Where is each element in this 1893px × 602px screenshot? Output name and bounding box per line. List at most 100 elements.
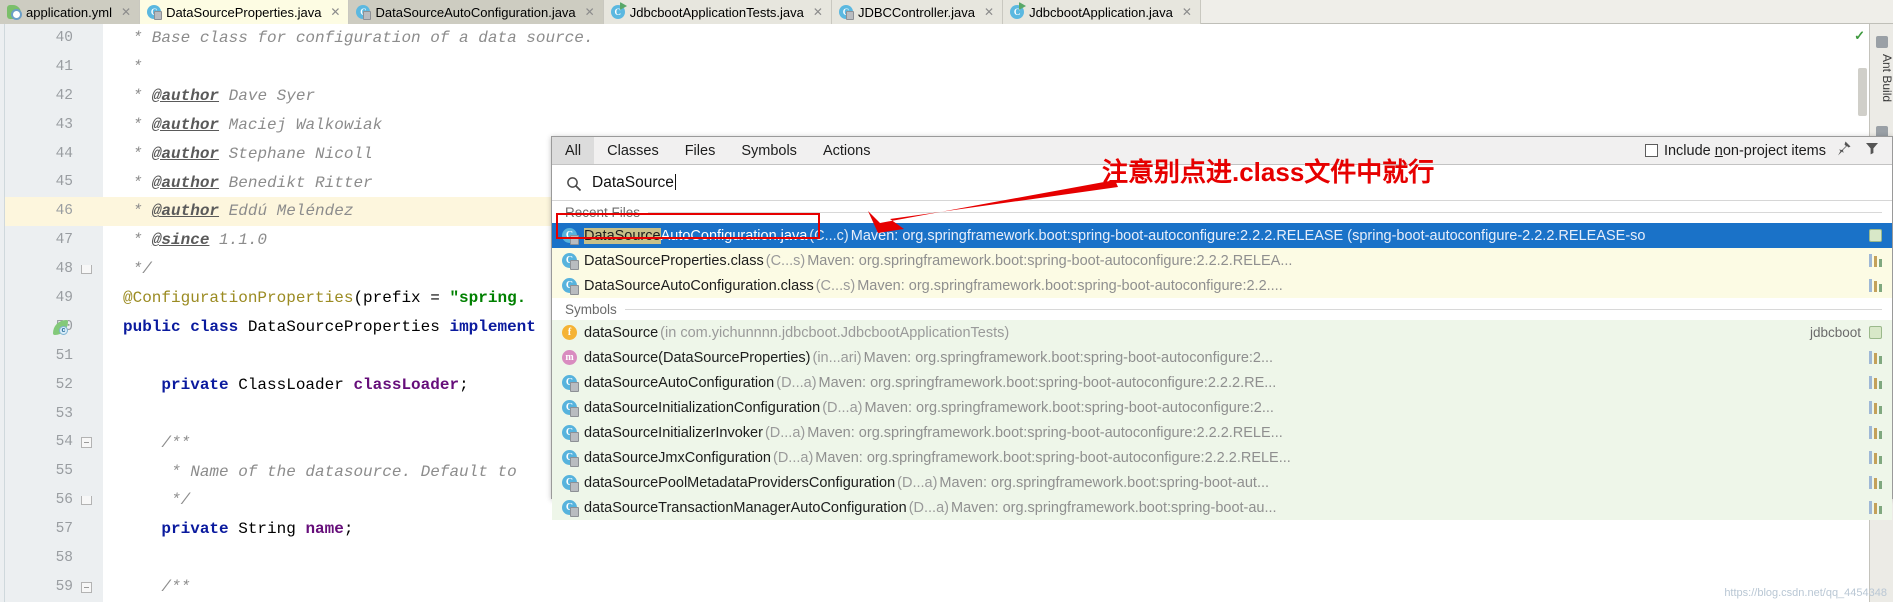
se-result-location: Maven: org.springframework.boot:spring-b… xyxy=(950,499,1277,516)
code-fold-icon[interactable] xyxy=(81,496,92,506)
se-result-location: Maven: org.springframework.boot:spring-b… xyxy=(807,252,1293,269)
editor-tab-5[interactable]: C JdbcbootApplication.java ✕ xyxy=(1003,0,1201,24)
code-token: */ xyxy=(123,260,152,279)
se-result-right: jdbcboot xyxy=(1810,325,1892,340)
code-line[interactable]: * @author Dave Syer xyxy=(103,82,1893,111)
se-result-location: Maven: org.springframework.boot:spring-b… xyxy=(850,227,1646,244)
java-class-icon: C xyxy=(562,228,579,245)
se-result-name: dataSourceTransactionManagerAutoConfigur… xyxy=(584,499,907,516)
code-token: /** xyxy=(123,578,191,597)
se-tab-symbols[interactable]: Symbols xyxy=(728,137,810,164)
close-icon[interactable]: ✕ xyxy=(813,5,823,19)
code-token: @author xyxy=(151,144,220,163)
se-tab-classes[interactable]: Classes xyxy=(594,137,672,164)
search-input-value: DataSource xyxy=(592,173,674,191)
se-result-meta: (C...c) xyxy=(809,227,849,244)
se-result-row[interactable]: CdataSourcePoolMetadataProvidersConfigur… xyxy=(552,470,1892,495)
close-icon[interactable]: ✕ xyxy=(1182,5,1192,19)
editor-tab-2[interactable]: C DataSourceAutoConfiguration.java ✕ xyxy=(349,0,604,24)
close-icon[interactable]: ✕ xyxy=(330,5,340,19)
editor-vertical-scrollbar[interactable] xyxy=(1858,68,1867,116)
close-icon[interactable]: ✕ xyxy=(984,5,994,19)
line-number: 55 xyxy=(55,463,73,480)
se-result-row[interactable]: f dataSource (in com.yichunnnn.jdbcboot.J… xyxy=(552,320,1892,345)
se-result-location: Maven: org.springframework.boot:spring-b… xyxy=(939,474,1270,491)
se-result-row[interactable]: C DataSourceAutoConfiguration.class (C...… xyxy=(552,273,1892,298)
code-line[interactable]: * Base class for configuration of a data… xyxy=(103,24,1893,53)
se-result-meta: (D...a) xyxy=(908,499,949,516)
gutter-line[interactable]: 44 xyxy=(5,140,103,169)
se-result-row[interactable]: CdataSourceTransactionManagerAutoConfigu… xyxy=(552,495,1892,520)
code-token: ClassLoader xyxy=(238,375,354,394)
se-result-row[interactable]: CdataSourceJmxConfiguration (D...a) Maven… xyxy=(552,445,1892,470)
se-result-right xyxy=(1869,229,1892,242)
gutter-line[interactable]: 51 xyxy=(5,342,103,371)
gutter-line[interactable]: 57 xyxy=(5,515,103,544)
pin-icon[interactable] xyxy=(1836,140,1852,161)
gutter-line[interactable]: 47 xyxy=(5,226,103,255)
se-tab-actions[interactable]: Actions xyxy=(810,137,884,164)
se-result-row[interactable]: C DataSourceProperties.class (C...s) Maven… xyxy=(552,248,1892,273)
se-result-row[interactable]: C DataSource AutoConfiguration.java (C...c… xyxy=(552,223,1892,248)
gutter-line[interactable]: 56 xyxy=(5,486,103,515)
code-line[interactable]: /** xyxy=(103,573,1893,602)
search-everywhere-results[interactable]: Recent Files C DataSource AutoConfiguration… xyxy=(552,201,1892,520)
se-result-row[interactable]: CdataSourceInitializationConfiguration (… xyxy=(552,395,1892,420)
se-result-right xyxy=(1869,279,1892,292)
search-everywhere-popup[interactable]: All Classes Files Symbols Actions Include non… xyxy=(551,136,1893,520)
se-tab-files[interactable]: Files xyxy=(672,137,729,164)
se-result-row[interactable]: m dataSource(DataSourceProperties) (in...… xyxy=(552,345,1892,370)
gutter-line[interactable]: 54 xyxy=(5,428,103,457)
code-fold-icon[interactable] xyxy=(81,581,92,593)
gutter-line[interactable]: 49 xyxy=(5,284,103,313)
gutter-line[interactable]: 43 xyxy=(5,111,103,140)
code-fold-icon[interactable] xyxy=(81,437,92,449)
gutter-line[interactable]: 40 xyxy=(5,24,103,53)
gutter-line[interactable]: 42 xyxy=(5,82,103,111)
code-token: * xyxy=(123,115,152,134)
editor-gutter[interactable]: 40 41 42 43 44 45 46 47 48 49 50c 51 52 53 54 55 56 57 58 5… xyxy=(5,24,103,602)
gutter-line[interactable]: 41 xyxy=(5,53,103,82)
gutter-line[interactable]: 45 xyxy=(5,168,103,197)
gutter-line[interactable]: 52 xyxy=(5,371,103,400)
gutter-line[interactable]: 48 xyxy=(5,255,103,284)
gutter-line[interactable]: 46 xyxy=(5,197,103,227)
include-non-project-items-checkbox[interactable]: Include non-project items xyxy=(1644,137,1836,164)
gutter-line[interactable]: 55 xyxy=(5,457,103,486)
java-class-icon: C xyxy=(562,400,579,417)
code-line[interactable]: * xyxy=(103,53,1893,82)
line-number: 40 xyxy=(55,30,73,46)
filter-icon[interactable] xyxy=(1864,140,1880,161)
spring-bean-gutter-icon[interactable]: c xyxy=(53,319,69,336)
code-line[interactable] xyxy=(103,544,1893,573)
line-number: 46 xyxy=(5,197,103,227)
code-token: @author xyxy=(151,202,220,221)
se-result-meta: (C...s) xyxy=(765,252,806,269)
gutter-line[interactable]: 53 xyxy=(5,400,103,429)
close-icon[interactable]: ✕ xyxy=(121,5,131,19)
code-token: Dave Syer xyxy=(219,86,316,105)
editor-tab-3[interactable]: C JdbcbootApplicationTests.java ✕ xyxy=(603,0,832,24)
code-fold-icon[interactable] xyxy=(81,265,92,275)
line-number: 53 xyxy=(55,405,73,422)
checkbox-box[interactable] xyxy=(1644,144,1658,157)
se-result-module-name: jdbcboot xyxy=(1809,325,1861,340)
text-caret xyxy=(674,173,676,190)
inspection-status-icon[interactable]: ✓ xyxy=(1854,28,1865,44)
tab-bar-filler xyxy=(1200,0,1893,23)
gutter-line[interactable]: 59 xyxy=(5,573,103,602)
editor-tab-0[interactable]: application.yml ✕ xyxy=(0,0,141,24)
tool-window-button-ant-build[interactable]: Ant Build xyxy=(1870,54,1893,102)
se-result-row[interactable]: CdataSourceAutoConfiguration (D...a) Mave… xyxy=(552,370,1892,395)
gutter-line[interactable]: 50c xyxy=(5,313,103,342)
module-badge-icon xyxy=(1869,326,1882,339)
editor-tab-1[interactable]: C DataSourceProperties.java ✕ xyxy=(140,0,350,24)
gutter-line[interactable]: 58 xyxy=(5,544,103,573)
se-result-name: dataSource(DataSourceProperties) xyxy=(584,349,811,366)
editor-tab-4[interactable]: C JDBCController.java ✕ xyxy=(831,0,1004,24)
se-tab-all[interactable]: All xyxy=(552,137,595,164)
se-group-header: Symbols xyxy=(552,298,1892,320)
close-icon[interactable]: ✕ xyxy=(585,5,595,19)
search-input[interactable]: DataSource xyxy=(592,173,676,192)
se-result-row[interactable]: CdataSourceInitializerInvoker (D...a) Mav… xyxy=(552,420,1892,445)
